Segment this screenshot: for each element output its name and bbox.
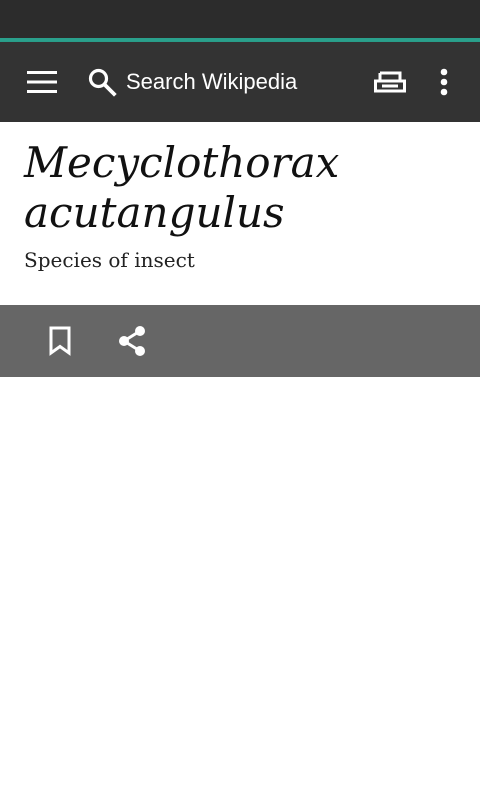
hamburger-menu-icon [27, 71, 57, 93]
share-button[interactable] [108, 305, 156, 377]
navigation-menu-button[interactable] [18, 42, 66, 122]
share-icon [119, 326, 145, 356]
bookmark-icon [49, 326, 71, 356]
search-button[interactable] [84, 42, 120, 122]
more-vert-icon [440, 68, 448, 96]
article-header: Mecyclothorax acutangulus Species of ins… [0, 122, 480, 305]
reading-lists-button[interactable] [366, 42, 414, 122]
page-title: Mecyclothorax acutangulus [24, 138, 340, 237]
reading-lists-icon [374, 71, 406, 93]
search-input[interactable]: Search Wikipedia [126, 42, 297, 122]
overflow-menu-button[interactable] [424, 42, 464, 122]
page-description: Species of insect [24, 248, 195, 272]
article-action-bar [0, 305, 480, 377]
article-content-area [0, 377, 480, 800]
top-toolbar: Search Wikipedia [0, 42, 480, 122]
save-bookmark-button[interactable] [36, 305, 84, 377]
search-icon [88, 68, 117, 97]
status-bar [0, 0, 480, 38]
